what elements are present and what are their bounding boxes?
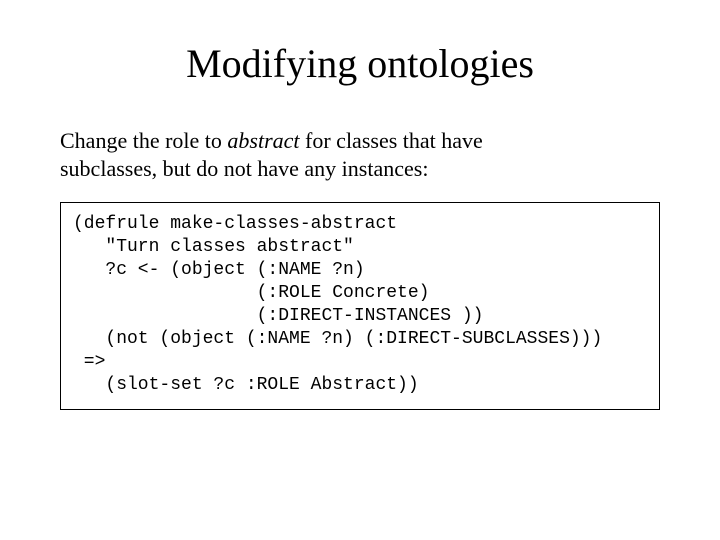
description-abstract-word: abstract [227,128,299,153]
code-line-1: (defrule make-classes-abstract [73,214,397,234]
slide-description: Change the role to abstract for classes … [60,127,540,182]
code-block: (defrule make-classes-abstract "Turn cla… [60,202,660,410]
slide: Modifying ontologies Change the role to … [0,0,720,540]
slide-title: Modifying ontologies [60,40,660,87]
code-line-4: (:ROLE Concrete) [73,283,429,303]
code-line-5: (:DIRECT-INSTANCES )) [73,306,483,326]
code-line-3: ?c <- (object (:NAME ?n) [73,260,365,280]
description-prefix: Change the role to [60,128,227,153]
code-line-7: => [73,352,105,372]
code-line-6: (not (object (:NAME ?n) (:DIRECT-SUBCLAS… [73,329,602,349]
code-line-8: (slot-set ?c :ROLE Abstract)) [73,375,419,395]
code-line-2: "Turn classes abstract" [73,237,354,257]
